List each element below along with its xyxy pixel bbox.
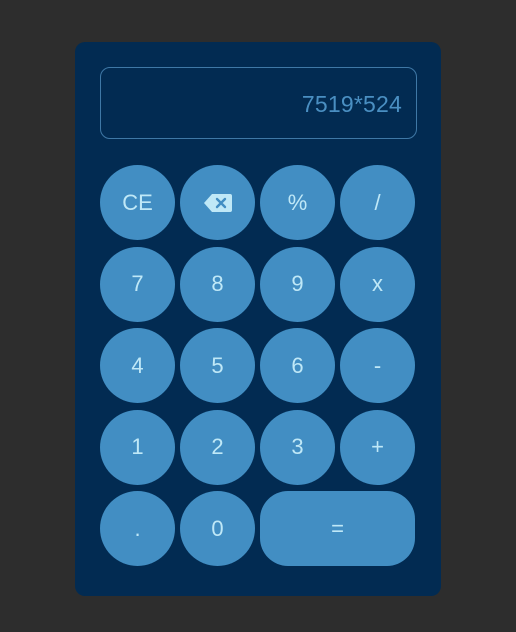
multiply-button[interactable]: x bbox=[340, 246, 415, 322]
backspace-icon bbox=[203, 193, 233, 213]
display: 7519*524 bbox=[100, 67, 417, 139]
keypad: CE % / 7 8 9 x 4 5 6 - 1 2 3 + . 0 = bbox=[100, 165, 416, 566]
digit-7-label: 7 bbox=[131, 271, 144, 296]
digit-5-button[interactable]: 5 bbox=[180, 328, 255, 403]
digit-3-label: 3 bbox=[291, 434, 304, 459]
digit-0-button[interactable]: 0 bbox=[180, 491, 255, 566]
digit-9-label: 9 bbox=[291, 271, 304, 296]
percent-button[interactable]: % bbox=[260, 165, 335, 240]
subtract-button[interactable]: - bbox=[340, 328, 415, 403]
multiply-label: x bbox=[372, 271, 383, 296]
digit-1-button[interactable]: 1 bbox=[100, 409, 175, 485]
add-button[interactable]: + bbox=[340, 409, 415, 485]
digit-9-button[interactable]: 9 bbox=[260, 246, 335, 322]
divide-button[interactable]: / bbox=[340, 165, 415, 240]
equals-button[interactable]: = bbox=[260, 491, 415, 566]
subtract-label: - bbox=[373, 352, 382, 378]
calculator: 7519*524 CE % / 7 8 9 x 4 5 6 - 1 2 3 + … bbox=[75, 42, 441, 596]
digit-6-button[interactable]: 6 bbox=[260, 328, 335, 403]
digit-2-button[interactable]: 2 bbox=[180, 409, 255, 485]
add-label: + bbox=[371, 434, 384, 459]
percent-label: % bbox=[287, 189, 308, 215]
digit-0-label: 0 bbox=[211, 515, 224, 541]
digit-4-button[interactable]: 4 bbox=[100, 328, 175, 403]
clear-entry-button[interactable]: CE bbox=[100, 165, 175, 240]
clear-entry-label: CE bbox=[122, 189, 153, 215]
digit-3-button[interactable]: 3 bbox=[260, 409, 335, 485]
digit-2-label: 2 bbox=[211, 434, 224, 459]
decimal-point-button[interactable]: . bbox=[100, 491, 175, 566]
divide-label: / bbox=[374, 189, 381, 215]
backspace-button[interactable] bbox=[180, 165, 255, 240]
decimal-point-label: . bbox=[134, 515, 141, 541]
digit-1-label: 1 bbox=[131, 434, 144, 459]
display-expression: 7519*524 bbox=[301, 91, 402, 117]
digit-7-button[interactable]: 7 bbox=[100, 246, 175, 322]
digit-8-button[interactable]: 8 bbox=[180, 246, 255, 322]
equals-label: = bbox=[331, 515, 344, 541]
digit-6-label: 6 bbox=[291, 352, 304, 378]
digit-8-label: 8 bbox=[211, 271, 224, 296]
digit-4-label: 4 bbox=[131, 352, 144, 378]
digit-5-label: 5 bbox=[211, 352, 224, 378]
